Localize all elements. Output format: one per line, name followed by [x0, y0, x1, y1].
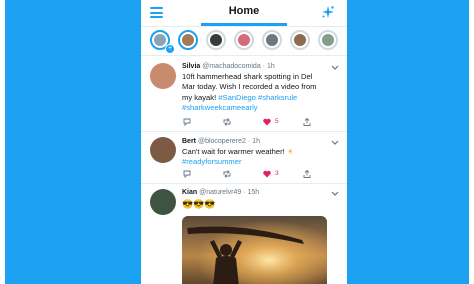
chevron-down-icon[interactable] [331, 140, 339, 146]
author-handle: @machadocomida [202, 63, 261, 70]
chevron-down-icon[interactable] [331, 65, 339, 71]
fleet-avatar[interactable] [206, 30, 226, 50]
like-count: 3 [275, 170, 279, 177]
tweet-text: 10ft hammerhead shark spotting in Del Ma… [182, 72, 340, 114]
tweet-actions: 3 [182, 169, 332, 179]
fleet-avatar[interactable] [262, 30, 282, 50]
chevron-down-icon[interactable] [331, 191, 339, 197]
sparkle-icon[interactable] [321, 5, 335, 19]
avatar[interactable] [150, 189, 176, 215]
fleet-avatar-own[interactable]: + [150, 30, 175, 54]
tweet[interactable]: Silvia @machadocomida · 1h 10ft hammerhe… [141, 56, 347, 132]
avatar[interactable] [150, 137, 176, 163]
share-icon [303, 117, 311, 126]
reply-icon [183, 170, 191, 179]
tweet-text: 😎😎😎 [182, 199, 340, 209]
page-title: Home [228, 5, 260, 17]
emoji-row: 😎😎😎 [182, 199, 216, 209]
tweet-time: 15h [247, 189, 260, 196]
tweet-header: Kian @naturelvr49 · 15h [182, 189, 260, 196]
share-icon [303, 169, 311, 178]
tweet-header: Bert @blocoperere2 · 1h [182, 138, 260, 145]
like-count: 5 [275, 118, 279, 125]
author-handle: @blocoperere2 [197, 138, 246, 145]
author-name[interactable]: Bert [182, 138, 196, 145]
retweet-icon [223, 170, 231, 178]
hashtag-link[interactable]: #SanDiego #sharksrule [218, 93, 297, 102]
author-name[interactable]: Kian [182, 189, 197, 196]
add-fleet-icon[interactable]: + [165, 44, 175, 54]
reply-icon [183, 118, 191, 127]
tweet[interactable]: Bert @blocoperere2 · 1h Can't wait for w… [141, 131, 347, 184]
tweet-text: Can't wait for warmer weather! ☀ #readyf… [182, 147, 340, 168]
avatar[interactable] [150, 63, 176, 89]
tweet-actions: 5 [182, 117, 332, 127]
active-tab-indicator [201, 23, 287, 26]
hashtag-link[interactable]: #readyforsummer [182, 157, 340, 167]
top-bar: Home [141, 0, 347, 27]
tweet-time: 1h [266, 63, 275, 70]
tweet-time: 1h [252, 138, 260, 145]
heart-icon [263, 170, 271, 178]
tweet-header: Silvia @machadocomida · 1h [182, 63, 275, 70]
surfer-sunset-photo [182, 216, 327, 284]
fleet-avatar[interactable] [290, 30, 310, 50]
hashtag-link[interactable]: #sharkweekcameearly [182, 103, 340, 113]
fleets-row: + [141, 27, 347, 56]
fleet-avatar[interactable] [178, 30, 198, 50]
phone-screen: Home + Silvia @machadocomida · 1h 10ft h… [141, 0, 347, 284]
author-handle: @naturelvr49 [199, 189, 242, 196]
fleet-avatar[interactable] [318, 30, 338, 50]
background-stage: Home + Silvia @machadocomida · 1h 10ft h… [5, 0, 469, 284]
heart-icon [263, 118, 271, 126]
fleet-avatar[interactable] [234, 30, 254, 50]
retweet-icon [223, 118, 231, 126]
author-name[interactable]: Silvia [182, 63, 200, 70]
tweet-photo[interactable] [182, 216, 327, 284]
sun-emoji: ☀ [286, 147, 294, 156]
